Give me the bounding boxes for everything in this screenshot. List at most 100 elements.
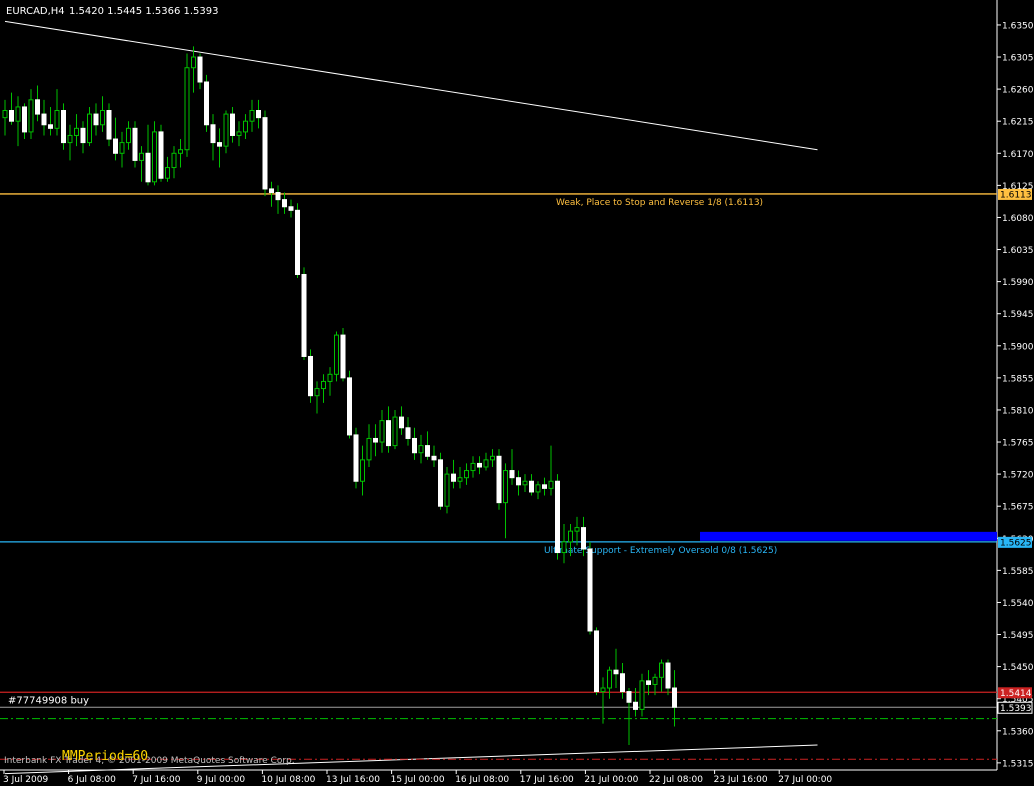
candle-body: [2, 110, 8, 119]
candle-body: [568, 530, 573, 543]
candle-body: [477, 462, 482, 468]
time-tick-label: 27 Jul 00:00: [778, 775, 832, 785]
price-tick-label: 1.5675: [1002, 503, 1034, 513]
candle-body: [529, 480, 534, 493]
candle-body: [74, 127, 79, 136]
candle-body: [503, 470, 508, 504]
candle-body: [665, 662, 671, 689]
candle-body: [165, 167, 170, 179]
current-price-tag-label: 1.5393: [1000, 704, 1032, 714]
candle-body: [633, 701, 638, 710]
candle: [158, 124, 164, 182]
candle: [262, 110, 268, 197]
order-label[interactable]: #77749908 buy: [8, 695, 89, 706]
candle: [347, 370, 352, 439]
candle-body: [15, 106, 21, 122]
candle-body: [256, 110, 261, 119]
candle: [132, 121, 138, 168]
candle: [301, 267, 307, 361]
candle-body: [249, 110, 255, 122]
candle-body: [197, 56, 203, 83]
candle-body: [87, 113, 92, 144]
candle: [295, 203, 300, 279]
candle-body: [672, 687, 677, 708]
candle-body: [659, 662, 664, 678]
candle-body: [210, 124, 216, 144]
time-tick-label: 23 Jul 16:00: [714, 775, 768, 785]
candle: [334, 331, 339, 382]
candle-body: [327, 373, 333, 382]
candle-body: [93, 113, 99, 126]
candle-body: [204, 81, 209, 126]
candle-body: [48, 124, 53, 129]
candle-body: [35, 99, 40, 115]
candle-body: [405, 427, 411, 439]
candle-body: [158, 131, 164, 179]
candle-body: [178, 149, 183, 154]
candle: [353, 427, 359, 489]
candle-body: [425, 445, 430, 457]
candle-body: [418, 445, 424, 454]
candle-body: [392, 416, 398, 447]
time-tick-label: 17 Jul 16:00: [520, 775, 574, 785]
candle: [594, 627, 599, 696]
candle-body: [581, 527, 586, 550]
candle: [555, 474, 560, 560]
price-tick-label: 1.5720: [1002, 471, 1034, 481]
candle-body: [295, 209, 300, 275]
candle-body: [321, 380, 326, 390]
candle-body: [516, 477, 521, 486]
candle: [496, 449, 502, 510]
price-tick-label: 1.6080: [1002, 214, 1034, 224]
candle-body: [360, 459, 365, 482]
candle-body: [366, 437, 372, 461]
candle-body: [379, 420, 385, 443]
chart-ohlc: 1.5420 1.5445 1.5366 1.5393: [69, 6, 219, 17]
time-tick-label: 6 Jul 08:00: [68, 775, 117, 785]
weak-stop-reverse-line-tag-label: 1.6113: [1000, 190, 1032, 200]
candle-body: [243, 120, 248, 133]
candle-body: [262, 117, 268, 190]
candle-body: [230, 113, 235, 136]
candle-body: [334, 334, 339, 375]
candle-body: [470, 462, 476, 472]
candle-body: [67, 134, 73, 144]
candle-body: [431, 455, 437, 461]
candle: [444, 466, 450, 514]
time-tick-label: 13 Jul 16:00: [326, 775, 380, 785]
candle-body: [555, 480, 560, 554]
candle: [438, 452, 443, 510]
candle-body: [561, 541, 567, 554]
price-tick-label: 1.6350: [1002, 21, 1034, 31]
candle-body: [282, 199, 287, 208]
candle-body: [132, 127, 138, 161]
candle-body: [522, 480, 528, 486]
price-tick-label: 1.5810: [1002, 406, 1034, 416]
candle-body: [184, 67, 190, 151]
candle: [587, 541, 593, 635]
candle-body: [191, 56, 196, 69]
candle-body: [607, 669, 612, 689]
time-tick-label: 16 Jul 08:00: [455, 775, 509, 785]
candle-body: [61, 110, 66, 144]
price-chart[interactable]: Weak, Place to Stop and Reverse 1/8 (1.6…: [0, 0, 1034, 786]
candle-body: [22, 106, 27, 133]
candle-body: [646, 680, 651, 685]
candle-body: [353, 434, 359, 482]
candle-body: [113, 138, 118, 154]
candle-body: [288, 206, 294, 211]
candle-body: [587, 548, 593, 632]
candle-body: [613, 669, 619, 675]
candle-body: [152, 131, 157, 183]
blue-zone-block: [700, 531, 997, 541]
candle-body: [275, 192, 281, 201]
price-tick-label: 1.5450: [1002, 663, 1034, 673]
chart-symbol: EURCAD,H4: [6, 6, 65, 17]
price-tick-label: 1.6170: [1002, 150, 1034, 160]
candle-body: [269, 188, 274, 193]
candle-body: [119, 142, 125, 154]
candle-body: [217, 142, 222, 147]
price-tick-label: 1.6215: [1002, 118, 1034, 128]
candle-body: [444, 473, 450, 507]
price-tick-label: 1.5765: [1002, 439, 1034, 449]
